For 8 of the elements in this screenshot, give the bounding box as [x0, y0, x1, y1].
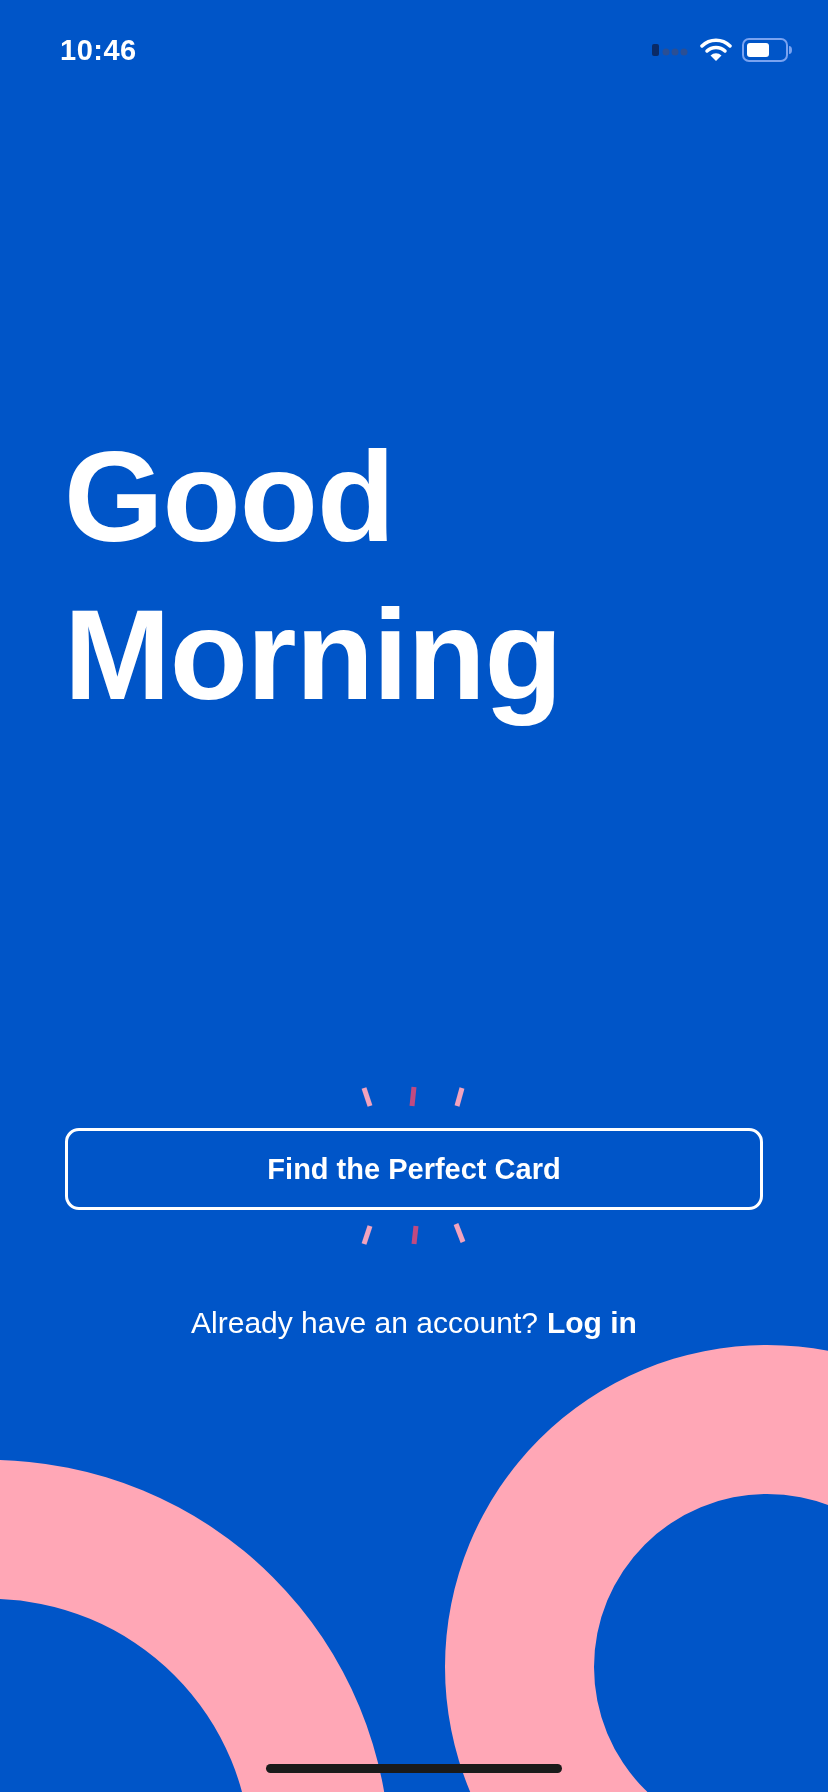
wifi-icon: [700, 38, 732, 62]
login-link[interactable]: Log in: [546, 1306, 637, 1340]
signal-icon: [652, 44, 690, 56]
find-card-button[interactable]: Find the Perfect Card: [65, 1128, 763, 1210]
greeting-heading: Good Morning: [64, 424, 563, 728]
battery-icon: [742, 38, 792, 62]
status-time: 10:46: [60, 33, 137, 67]
login-prompt: Already have an account?: [191, 1306, 538, 1340]
